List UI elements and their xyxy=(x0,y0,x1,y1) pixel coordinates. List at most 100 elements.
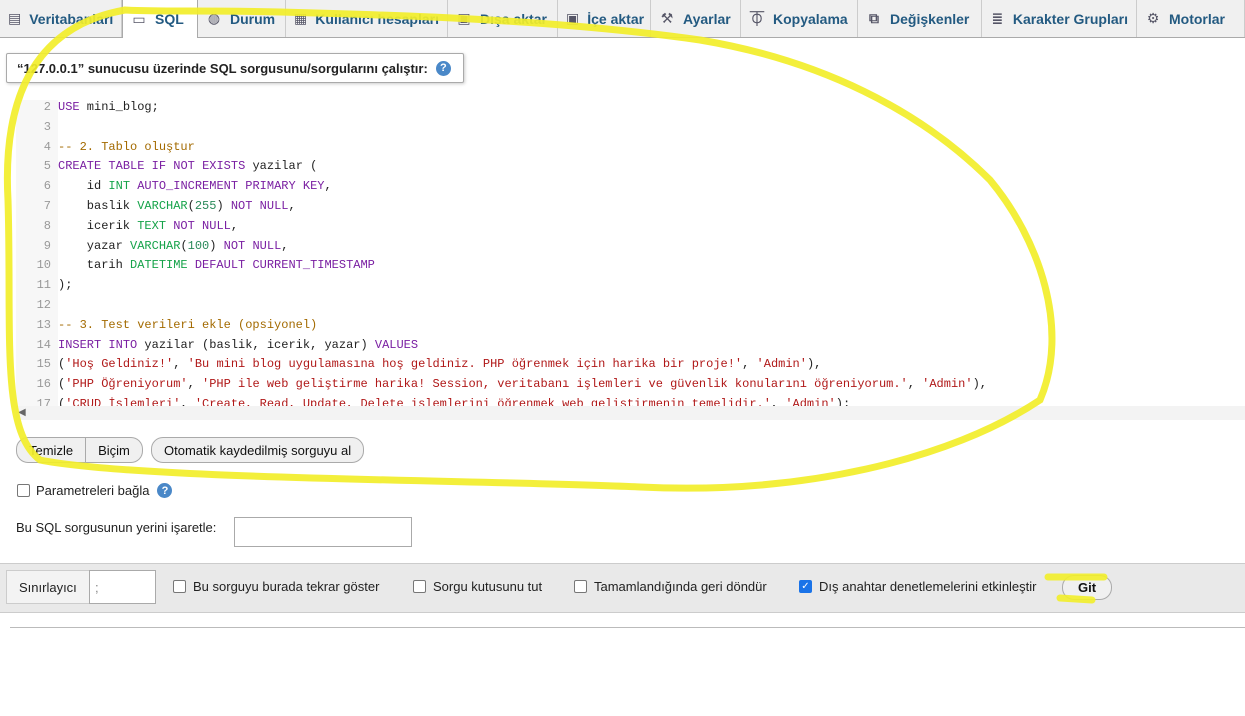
checkbox[interactable] xyxy=(574,580,587,593)
line-number: 8 xyxy=(43,218,51,233)
code-text: yazar VARCHAR(100) NOT NULL, xyxy=(58,238,289,253)
bind-params-label: Parametreleri bağla xyxy=(36,483,150,498)
code-line[interactable]: 3 xyxy=(16,118,58,138)
delimiter-input[interactable]: ; xyxy=(89,570,156,604)
tab-engines[interactable]: ⚙ Motorlar xyxy=(1137,0,1245,37)
code-text: -- 2. Tablo oluştur xyxy=(58,139,195,154)
tab-label: İçe aktar xyxy=(587,10,645,27)
tab-label: Karakter Grupları xyxy=(1012,10,1128,27)
code-line[interactable]: 14 INSERT INTO yazilar (baslik, icerik, y… xyxy=(16,336,419,356)
tab-sql[interactable]: ▭ SQL xyxy=(122,0,198,38)
code-line[interactable]: 2 USE mini_blog; xyxy=(16,100,159,118)
code-text: -- 3. Test verileri ekle (opsiyonel) xyxy=(58,317,318,332)
bookmark-input[interactable] xyxy=(234,517,412,547)
code-line[interactable]: 8 icerik TEXT NOT NULL, xyxy=(16,217,238,237)
code-text: CREATE TABLE IF NOT EXISTS yazilar ( xyxy=(58,159,318,174)
tab-database[interactable]: ▤ Veritabanları xyxy=(0,0,122,37)
tab-export[interactable]: ▣ Dışa aktar xyxy=(448,0,558,37)
code-text: ('Hoş Geldiniz!', 'Bu mini blog uygulama… xyxy=(58,357,822,372)
help-icon[interactable]: ? xyxy=(435,60,451,76)
tab-replication[interactable]: ⏁ Kopyalama xyxy=(741,0,858,37)
code-text: icerik TEXT NOT NULL, xyxy=(58,218,239,233)
import-icon: ▣ xyxy=(566,10,580,26)
tab-status[interactable]: ◍ Durum xyxy=(198,0,286,37)
wrench-icon: ⚒ xyxy=(660,10,674,26)
sql-editor[interactable]: 2 USE mini_blog; 3 4 -- 2. Tablo oluştur 5 CRE… xyxy=(16,100,1245,406)
charset-icon: ≣ xyxy=(991,10,1004,26)
sql-icon: ▭ xyxy=(132,10,146,27)
tab-label: Durum xyxy=(230,10,276,27)
top-tab-bar: ▤ Veritabanları ▭ SQL ◍ Durum ▦ Kullanıcı hesap… xyxy=(0,0,1245,38)
format-button[interactable]: Biçim xyxy=(86,437,143,463)
code-line[interactable]: 10 tarih DATETIME DEFAULT CURRENT_TIMEST… xyxy=(16,256,375,276)
tab-import[interactable]: ▣ İçe aktar xyxy=(558,0,651,37)
code-text: ('CRUD İşlemleri', 'Create, Read, Update… xyxy=(58,397,851,406)
code-line[interactable]: 17 ('CRUD İşlemleri', 'Create, Read, Upda… xyxy=(16,395,851,406)
database-icon: ▤ xyxy=(8,10,22,26)
option-3: Tamamlandığında geri döndür xyxy=(574,579,767,594)
code-line[interactable]: 16 ('PHP Öğreniyorum', 'PHP ile web geliş… xyxy=(16,375,987,395)
code-text: ('PHP Öğreniyorum', 'PHP ile web gelişti… xyxy=(58,377,987,392)
code-line[interactable]: 9 yazar VARCHAR(100) NOT NULL, xyxy=(16,237,289,257)
bind-params-checkbox[interactable] xyxy=(17,484,30,497)
code-line[interactable]: 6 id INT AUTO_INCREMENT PRIMARY KEY, xyxy=(16,177,332,197)
bind-params-row: Parametreleri bağla ? xyxy=(17,483,173,498)
line-number: 10 xyxy=(36,258,51,273)
tab-label: Ayarlar xyxy=(683,10,731,27)
code-line[interactable]: 5 CREATE TABLE IF NOT EXISTS yazilar ( xyxy=(16,157,318,177)
get-autosaved-query-button[interactable]: Otomatik kaydedilmiş sorguyu al xyxy=(151,437,365,463)
line-number: 4 xyxy=(43,139,51,154)
tab-label: Veritabanları xyxy=(29,10,114,27)
delimiter-value: ; xyxy=(95,579,99,595)
line-number: 7 xyxy=(43,199,51,213)
line-number: 13 xyxy=(36,317,51,332)
checkbox[interactable] xyxy=(413,580,426,593)
tab-users[interactable]: ▦ Kullanıcı hesapları xyxy=(286,0,448,37)
tab-wrench[interactable]: ⚒ Ayarlar xyxy=(651,0,741,37)
code-line[interactable]: 7 baslik VARCHAR(255) NOT NULL, xyxy=(16,197,296,217)
tab-charset[interactable]: ≣ Karakter Grupları xyxy=(982,0,1137,37)
bookmark-label: Bu SQL sorgusunun yerini işaretle: xyxy=(16,520,217,535)
code-text: tarih DATETIME DEFAULT CURRENT_TIMESTAMP xyxy=(58,258,375,273)
code-line[interactable]: 11); xyxy=(16,276,73,296)
tab-label: Kopyalama xyxy=(773,10,848,27)
line-number: 5 xyxy=(43,159,51,174)
scroll-left-icon[interactable]: ◀ xyxy=(18,407,26,418)
line-number: 16 xyxy=(36,377,51,392)
line-number: 2 xyxy=(43,100,51,114)
code-line[interactable]: 4 -- 2. Tablo oluştur xyxy=(16,138,195,158)
tab-label: Değişkenler xyxy=(890,10,970,27)
engines-icon: ⚙ xyxy=(1146,10,1160,26)
tab-label: Kullanıcı hesapları xyxy=(315,10,439,27)
checkbox[interactable] xyxy=(173,580,186,593)
code-text: USE mini_blog; xyxy=(58,100,159,114)
code-line[interactable]: 15 ('Hoş Geldiniz!', 'Bu mini blog uygula… xyxy=(16,355,822,375)
option-4: ✓ Dış anahtar denetlemelerini etkinleştir xyxy=(799,579,1037,594)
line-number: 15 xyxy=(36,357,51,372)
editor-button-group: Temizle Biçim xyxy=(16,437,143,463)
tab-variables[interactable]: ⧉ Değişkenler xyxy=(858,0,982,37)
line-number: 6 xyxy=(43,179,51,194)
option-label: Sorgu kutusunu tut xyxy=(433,579,543,594)
divider xyxy=(10,627,1245,628)
code-line[interactable]: 12 xyxy=(16,296,58,316)
tab-label: Dışa aktar xyxy=(480,10,547,27)
option-1: Bu sorguyu burada tekrar göster xyxy=(173,579,379,594)
query-title-box: “127.0.0.1” sunucusu üzerinde SQL sorgus… xyxy=(6,53,464,83)
tab-label: SQL xyxy=(155,11,184,27)
code-text: baslik VARCHAR(255) NOT NULL, xyxy=(58,199,296,213)
help-icon[interactable]: ? xyxy=(157,483,173,498)
clear-button[interactable]: Temizle xyxy=(16,437,87,463)
autosave-button-group: Otomatik kaydedilmiş sorguyu al xyxy=(151,437,365,463)
status-icon: ◍ xyxy=(207,10,221,26)
line-number: 17 xyxy=(36,397,51,406)
option-2: Sorgu kutusunu tut xyxy=(413,579,542,594)
delimiter-label-box: Sınırlayıcı xyxy=(6,570,90,604)
code-line[interactable]: 13 -- 3. Test verileri ekle (opsiyonel) xyxy=(16,316,318,336)
line-number: 14 xyxy=(36,337,51,352)
checked-checkbox[interactable]: ✓ xyxy=(799,580,812,593)
editor-horizontal-scrollbar[interactable]: ◀ xyxy=(16,406,1245,420)
go-button[interactable]: Git xyxy=(1062,575,1113,600)
code-text: ); xyxy=(58,278,73,293)
option-label: Dış anahtar denetlemelerini etkinleştir xyxy=(819,579,1037,594)
